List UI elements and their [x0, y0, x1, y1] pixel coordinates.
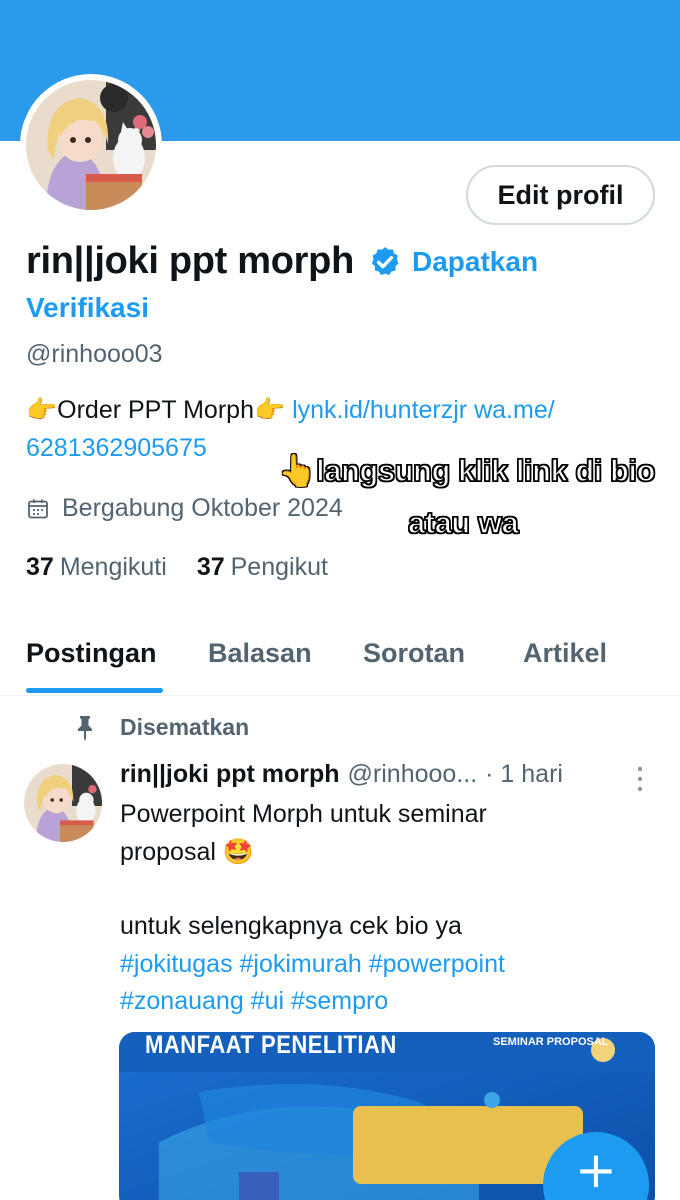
pinned-indicator: Disematkan	[74, 714, 249, 741]
tab-artikel[interactable]: Artikel	[523, 638, 607, 669]
tweet-hashtags-2[interactable]: #zonauang #ui #sempro	[120, 987, 388, 1016]
tab-postingan[interactable]: Postingan	[26, 638, 157, 669]
tweet-author-handle[interactable]: @rinhooo...	[348, 760, 478, 789]
bio-line-1: 👉Order PPT Morph👉 lynk.id/hunterzjr wa.m…	[26, 396, 555, 425]
tweet-hashtags-1[interactable]: #jokitugas #jokimurah #powerpoint	[120, 950, 505, 979]
pointing-up-hand-icon: 👆	[277, 452, 317, 489]
pointing-hand-icon: 👉	[253, 396, 286, 424]
following-label: Mengikuti	[59, 553, 167, 581]
slide-title: MANFAAT PENELITIAN	[145, 1032, 397, 1059]
verified-badge-icon[interactable]	[368, 245, 402, 279]
more-vertical-icon[interactable]	[634, 764, 646, 794]
profile-tabs: Postingan Balasan Sorotan Artikel	[0, 620, 680, 696]
joined-text: Bergabung Oktober 2024	[62, 494, 343, 522]
following-link[interactable]: 37 Mengikuti	[26, 553, 167, 582]
name-row: rin||joki ppt morph Dapatkan	[26, 240, 666, 283]
slide-subtitle: SEMINAR PROPOSAL	[493, 1036, 609, 1048]
get-verified-link-cont[interactable]: Verifikasi	[26, 292, 149, 324]
tweet-author-name[interactable]: rin||joki ppt morph	[120, 760, 340, 789]
tab-sorotan[interactable]: Sorotan	[363, 638, 465, 669]
tweet-timestamp[interactable]: · 1 hari	[485, 760, 563, 789]
tweet-text-line-3: untuk selengkapnya cek bio ya	[120, 912, 462, 940]
get-verified-link[interactable]: Dapatkan	[412, 246, 538, 278]
pointing-hand-icon: 👉	[26, 396, 58, 424]
video-caption-line-2: atau wa	[407, 504, 519, 541]
followers-link[interactable]: 37 Pengikut	[197, 553, 328, 582]
profile-handle: @rinhooo03	[26, 340, 163, 368]
plus-icon: +	[575, 1141, 617, 1199]
tweet-header: rin||joki ppt morph @rinhooo... · 1 hari	[120, 760, 563, 789]
pin-icon	[78, 715, 92, 740]
profile-avatar[interactable]	[20, 74, 162, 216]
active-tab-indicator	[26, 688, 163, 693]
followers-count: 37	[196, 553, 225, 581]
calendar-icon	[28, 499, 48, 518]
avatar-illustration	[24, 764, 102, 842]
tweet-text-line-2: proposal 🤩	[120, 838, 254, 866]
bio-text: Order PPT Morph	[57, 396, 254, 424]
star-struck-emoji-icon: 🤩	[222, 838, 254, 866]
video-caption-line-1: 👆langsung klik link di bio	[277, 452, 656, 489]
tab-balasan[interactable]: Balasan	[208, 638, 312, 669]
tweet-text-line-1: Powerpoint Morph untuk seminar	[120, 800, 487, 828]
display-name: rin||joki ppt morph	[26, 240, 354, 282]
bio-link-lynk[interactable]: lynk.id/hunterzjr	[292, 396, 467, 424]
tweet-author-avatar[interactable]	[24, 764, 102, 842]
joined-date: Bergabung Oktober 2024	[26, 494, 343, 523]
avatar-illustration	[26, 80, 156, 210]
followers-label: Pengikut	[230, 553, 328, 581]
following-count: 37	[26, 553, 54, 581]
bio-link-wa[interactable]: wa.me/	[474, 396, 555, 424]
pinned-label: Disematkan	[120, 714, 250, 740]
edit-profile-button[interactable]: Edit profil	[466, 165, 655, 225]
bio-link-wa-number[interactable]: 6281362905675	[26, 434, 207, 463]
follow-stats: 37 Mengikuti 37 Pengikut	[26, 553, 358, 582]
